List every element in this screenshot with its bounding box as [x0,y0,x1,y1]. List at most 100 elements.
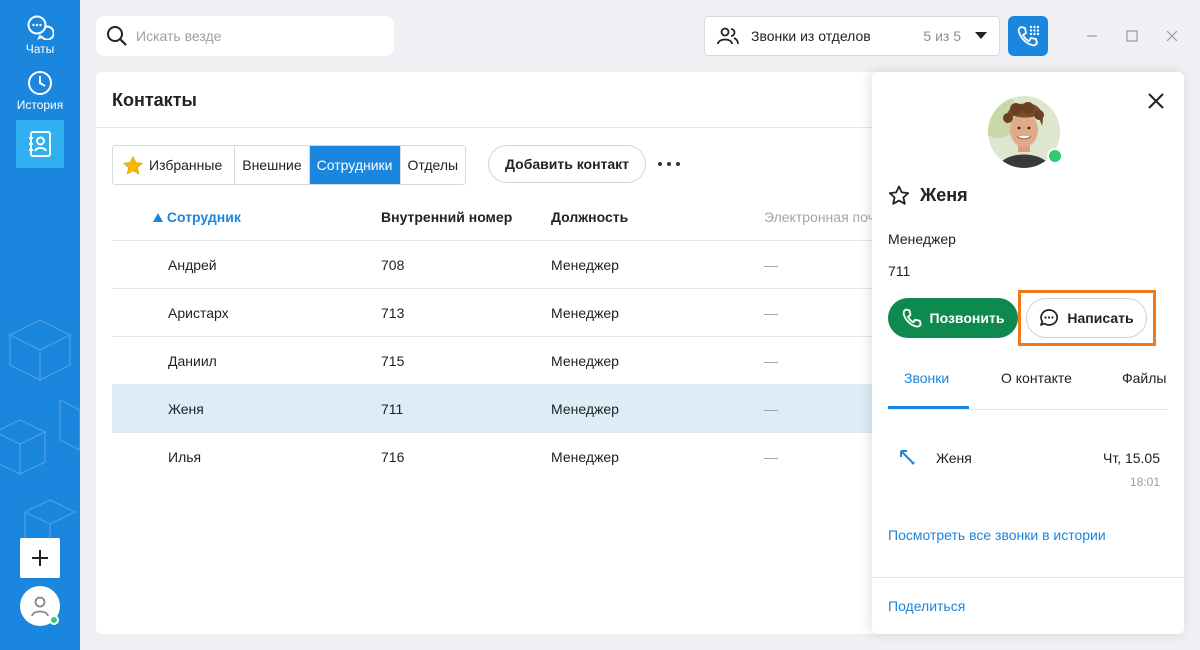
tab-about-contact[interactable]: О контакте [1001,370,1072,386]
cell-email: — [764,401,778,417]
contacts-book-icon [29,131,51,157]
more-dots-icon [658,162,680,166]
sidebar-item-label: Чаты [25,42,55,56]
panel-tabs: Звонки О контакте Файлы [888,362,1168,410]
close-window-button[interactable] [1164,28,1180,44]
cell-email: — [764,305,778,321]
cell-name: Андрей [168,257,217,273]
write-button-label: Написать [1067,310,1134,326]
column-header-position[interactable]: Должность [551,209,628,225]
column-header-ext[interactable]: Внутренний номер [381,209,512,225]
call-button[interactable]: Позвонить [888,298,1018,338]
cell-name: Даниил [168,353,217,369]
phone-icon [902,308,922,328]
contact-name-text: Женя [920,185,968,205]
write-message-button[interactable]: Написать [1026,298,1147,338]
cell-email: — [764,257,778,273]
sidebar-item-contacts[interactable] [16,120,64,168]
contact-name: Женя [888,185,968,206]
view-call-history-link[interactable]: Посмотреть все звонки в истории [888,527,1106,543]
tab-employees[interactable]: Сотрудники [309,146,401,184]
add-contact-button[interactable]: Добавить контакт [488,145,647,183]
contact-details-panel: Женя Менеджер 711 Позвонить Написать Зво… [872,72,1184,634]
cell-name: Илья [168,449,202,465]
column-header-name[interactable]: Сотрудник [153,209,241,225]
cell-ext: 715 [381,353,405,369]
sidebar: Чаты История [0,0,80,650]
cell-position: Менеджер [551,401,619,417]
contact-filter-tabs: Избранные Внешние Сотрудники Отделы [112,145,467,185]
minimize-icon [1087,35,1097,37]
decorative-pattern [0,319,80,556]
search-box[interactable] [96,16,394,56]
search-icon [107,26,127,46]
user-avatar[interactable] [20,586,60,626]
maximize-icon [1126,30,1138,42]
tab-label: Избранные [149,157,223,173]
minimize-button[interactable] [1084,28,1100,44]
call-time: 18:01 [1129,475,1160,489]
more-options-button[interactable] [658,156,680,172]
dept-filter-label: Звонки из отделов [751,28,871,44]
star-outline-icon[interactable] [888,185,910,206]
cell-position: Менеджер [551,353,619,369]
cell-position: Менеджер [551,257,619,273]
cell-ext: 708 [381,257,405,273]
dept-filter-count: 5 из 5 [923,28,961,44]
department-calls-dropdown[interactable]: Звонки из отделов 5 из 5 [704,16,1000,56]
outgoing-call-arrow-icon [900,450,915,465]
cell-ext: 716 [381,449,405,465]
plus-icon [32,550,48,566]
table-row[interactable]: Аристарх 713 Менеджер — [112,288,888,336]
tab-favorites[interactable]: Избранные [113,146,236,184]
cell-ext: 711 [381,401,404,417]
table-row-selected[interactable]: Женя 711 Менеджер — [112,384,888,432]
sidebar-item-chats[interactable]: Чаты [0,14,80,56]
share-link[interactable]: Поделиться [888,598,965,614]
contacts-table: Андрей 708 Менеджер — Аристарх 713 Менед… [112,240,888,480]
sort-ascending-icon [153,213,163,222]
tab-calls[interactable]: Звонки [904,370,949,386]
tab-files[interactable]: Файлы [1122,370,1166,386]
online-status-dot [1047,148,1063,164]
history-clock-icon [28,71,52,95]
recent-call-item[interactable]: Женя Чт, 15.05 18:01 [888,442,1160,492]
search-input[interactable] [136,28,376,44]
call-button-label: Позвонить [929,310,1005,326]
contact-extension: 711 [888,263,911,279]
cell-name: Аристарх [168,305,229,321]
cell-name: Женя [168,401,204,417]
dialpad-call-button[interactable] [1008,16,1048,56]
cell-email: — [764,449,778,465]
call-contact-name: Женя [936,450,972,466]
table-row[interactable]: Даниил 715 Менеджер — [112,336,888,384]
sidebar-item-label: История [16,98,64,112]
tab-departments[interactable]: Отделы [401,146,466,184]
table-header: Сотрудник Внутренний номер Должность Эле… [112,192,892,240]
cell-ext: 713 [381,305,405,321]
close-icon [1166,30,1178,42]
page-title: Контакты [112,90,197,110]
chevron-down-icon [975,32,987,39]
column-header-email[interactable]: Электронная поч [764,209,875,225]
active-tab-underline [888,406,969,409]
tab-external[interactable]: Внешние [235,146,310,184]
phone-dialpad-icon [1017,25,1040,47]
close-icon [1148,93,1164,109]
call-date: Чт, 15.05 [1102,450,1160,466]
chat-bubble-icon [1040,309,1059,326]
table-row[interactable]: Андрей 708 Менеджер — [112,240,888,288]
group-users-icon [717,27,739,45]
maximize-button[interactable] [1124,28,1140,44]
user-icon [31,596,49,617]
sidebar-item-history[interactable]: История [0,70,80,112]
divider [872,577,1184,578]
close-panel-button[interactable] [1146,91,1166,111]
star-filled-icon [123,155,143,175]
table-row[interactable]: Илья 716 Менеджер — [112,432,888,480]
contact-role: Менеджер [888,231,956,247]
add-button[interactable] [20,538,60,578]
chats-icon [27,15,54,40]
cell-position: Менеджер [551,449,619,465]
cell-email: — [764,353,778,369]
